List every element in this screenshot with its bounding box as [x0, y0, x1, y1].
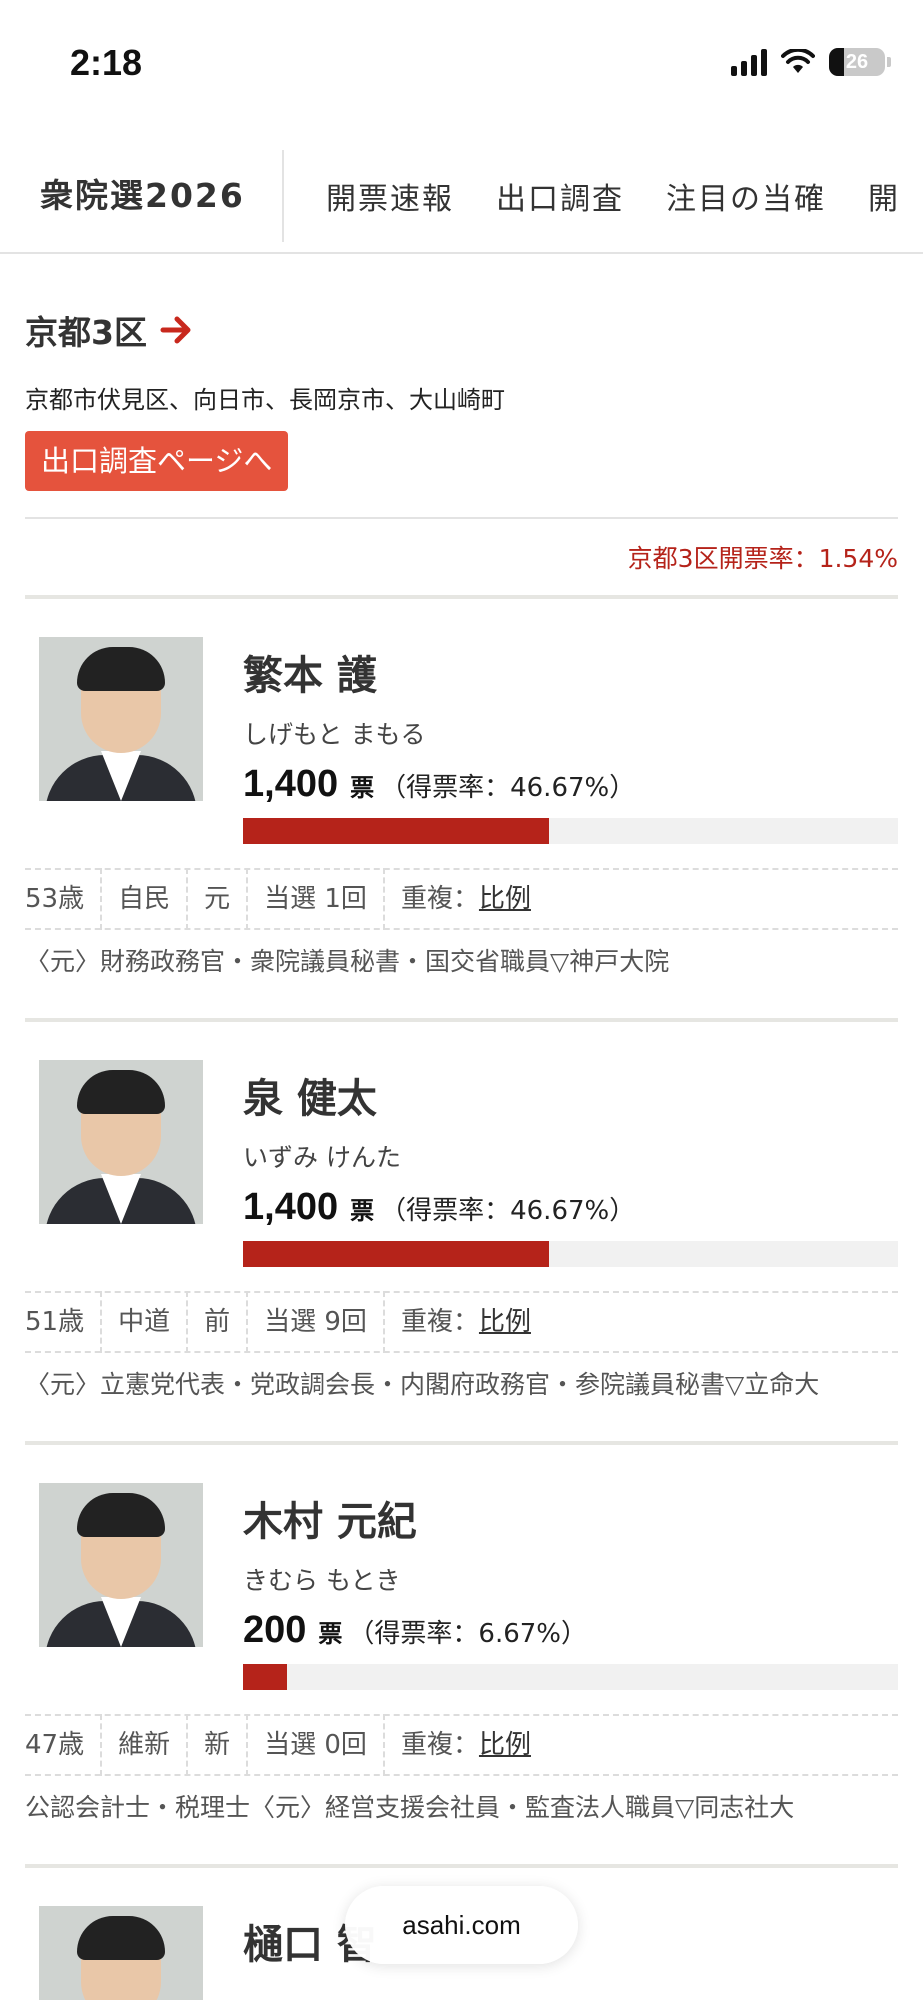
wifi-icon	[781, 49, 815, 73]
district-areas: 京都市伏見区、向日市、長岡京市、大山崎町	[25, 386, 505, 414]
candidate-kana: きむら もとき	[243, 1566, 401, 1595]
vote-bar-fill	[243, 1664, 287, 1690]
vote-count: 200	[243, 1609, 307, 1651]
cellular-signal-icon	[731, 48, 767, 76]
battery-cap	[887, 57, 891, 67]
candidate-card: 木村 元紀 きむら もとき 200 票 （得票率：6.67%） 47歳 維新 新…	[25, 1445, 898, 1868]
candidate-photo	[39, 637, 203, 801]
count-rate: 京都3区開票率：1.54%	[627, 544, 898, 573]
duplicate-label: 重複：	[400, 884, 479, 914]
candidate-wins: 当選 1回	[248, 868, 385, 930]
candidate-status: 前	[188, 1291, 249, 1353]
candidate-meta: 53歳 自民 元 当選 1回 重複：比例	[25, 868, 898, 930]
candidate-duplicate: 重複：比例	[385, 1291, 547, 1353]
tab-results[interactable]: 開票速報	[326, 174, 454, 218]
proportional-link[interactable]: 比例	[479, 1307, 531, 1337]
battery-icon: 26	[829, 48, 885, 76]
vote-unit: 票	[350, 774, 375, 802]
tab-more[interactable]: 開	[868, 174, 900, 218]
proportional-link[interactable]: 比例	[479, 884, 531, 914]
candidate-career: 〈元〉立憲党代表・党政調会長・内閣府政務官・参院議員秘書▽立命大	[25, 1370, 820, 1399]
candidate-party: 中道	[102, 1291, 189, 1353]
tab-exit-poll[interactable]: 出口調査	[496, 174, 624, 218]
candidate-card: 繁本 護 しげもと まもる 1,400 票 （得票率：46.67%） 53歳 自…	[25, 599, 898, 1022]
candidate-photo	[39, 1483, 203, 1647]
battery-level: 26	[845, 51, 869, 73]
candidate-status: 元	[188, 868, 249, 930]
vote-unit: 票	[318, 1620, 343, 1648]
vote-bar-fill	[243, 818, 549, 844]
candidate-photo	[39, 1060, 203, 1224]
vote-bar	[243, 1241, 898, 1267]
candidate-career: 公認会計士・税理士〈元〉経営支援会社員・監査法人職員▽同志社大	[25, 1793, 795, 1822]
top-nav: 衆院選2026 開票速報 出口調査 注目の当確 開	[0, 140, 923, 254]
vote-bar	[243, 818, 898, 844]
vote-count: 1,400	[243, 1186, 339, 1228]
candidate-wins: 当選 9回	[248, 1291, 385, 1353]
candidate-career: 〈元〉財務政務官・衆院議員秘書・国交省職員▽神戸大院	[25, 947, 670, 976]
candidate-card: 泉 健太 いずみ けんた 1,400 票 （得票率：46.67%） 51歳 中道…	[25, 1022, 898, 1445]
candidate-party: 自民	[102, 868, 189, 930]
vote-share: （得票率：46.67%）	[380, 1196, 636, 1226]
vote-unit: 票	[350, 1197, 375, 1225]
candidate-wins: 当選 0回	[248, 1714, 385, 1776]
candidate-duplicate: 重複：比例	[385, 1714, 547, 1776]
district-title[interactable]: 京都3区	[25, 306, 147, 354]
candidate-name: 木村 元紀	[243, 1499, 417, 1545]
candidate-meta: 47歳 維新 新 当選 0回 重複：比例	[25, 1714, 898, 1776]
candidate-meta: 51歳 中道 前 当選 9回 重複：比例	[25, 1291, 898, 1353]
vote-count: 1,400	[243, 763, 339, 805]
status-icons: 26	[731, 48, 891, 76]
candidate-status: 新	[188, 1714, 249, 1776]
status-bar: 2:18 26	[0, 0, 923, 130]
vote-bar	[243, 1664, 898, 1690]
candidate-name: 泉 健太	[243, 1076, 377, 1122]
vote-share: （得票率：46.67%）	[380, 773, 636, 803]
candidate-photo	[39, 1906, 203, 2000]
candidate-party: 維新	[102, 1714, 189, 1776]
site-url-pill[interactable]: asahi.com	[345, 1886, 578, 1964]
nav-tabs: 開票速報 出口調査 注目の当確 開	[284, 174, 900, 218]
nav-brand[interactable]: 衆院選2026	[0, 150, 284, 242]
candidate-age: 53歳	[25, 868, 103, 930]
tab-notable-winners[interactable]: 注目の当確	[666, 174, 826, 218]
candidate-duplicate: 重複：比例	[385, 868, 547, 930]
exit-poll-button[interactable]: 出口調査ページへ	[25, 431, 289, 491]
candidate-kana: しげもと まもる	[243, 720, 426, 749]
candidate-age: 51歳	[25, 1291, 103, 1353]
divider	[25, 517, 898, 519]
vote-bar-fill	[243, 1241, 549, 1267]
arrow-right-icon[interactable]	[159, 312, 195, 348]
candidate-age: 47歳	[25, 1714, 103, 1776]
vote-share: （得票率：6.67%）	[348, 1619, 588, 1649]
duplicate-label: 重複：	[400, 1307, 479, 1337]
district-header[interactable]: 京都3区	[25, 306, 898, 354]
main-content: 京都3区 京都市伏見区、向日市、長岡京市、大山崎町 出口調査ページへ 京都3区開…	[25, 254, 898, 2000]
duplicate-label: 重複：	[400, 1730, 479, 1760]
candidate-name: 繁本 護	[243, 653, 377, 699]
proportional-link[interactable]: 比例	[479, 1730, 531, 1760]
candidate-kana: いずみ けんた	[243, 1143, 401, 1172]
status-time: 2:18	[70, 42, 143, 83]
